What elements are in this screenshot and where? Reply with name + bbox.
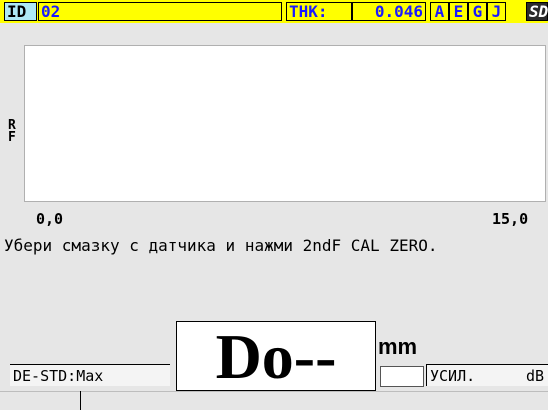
x-axis-end: 15,0 xyxy=(492,210,529,228)
measurement-display: Do-- xyxy=(176,321,376,392)
thickness-label: THK: xyxy=(286,2,352,21)
flag-e: E xyxy=(449,2,468,21)
rf-axis-text: RF xyxy=(8,118,16,145)
gain-label: УСИЛ. xyxy=(430,367,476,385)
flag-j: J xyxy=(487,2,506,21)
instruction-message: Убери смазку с датчика и нажми 2ndF CAL … xyxy=(4,236,438,255)
bottom-divider xyxy=(80,391,81,410)
id-value: 02 xyxy=(38,2,282,21)
x-axis-start: 0,0 xyxy=(36,210,64,228)
thickness-value: 0.046 xyxy=(352,2,426,21)
id-label: ID xyxy=(4,2,37,21)
bottom-separator xyxy=(0,391,548,392)
flag-g: G xyxy=(468,2,487,21)
top-status-bar: ID 02 THK: 0.046 A E G J SD xyxy=(0,0,548,23)
gain-unit: dB xyxy=(525,367,544,385)
rf-axis-label: RF xyxy=(8,118,20,145)
sd-card-icon: SD xyxy=(526,2,548,21)
mode-display: DE-STD:Max xyxy=(10,364,170,386)
waveform-display xyxy=(24,45,546,202)
unit-indicator-box xyxy=(380,366,424,387)
flag-a: A xyxy=(430,2,449,21)
unit-label: mm xyxy=(378,334,418,359)
gain-display: УСИЛ. dB xyxy=(426,364,548,386)
